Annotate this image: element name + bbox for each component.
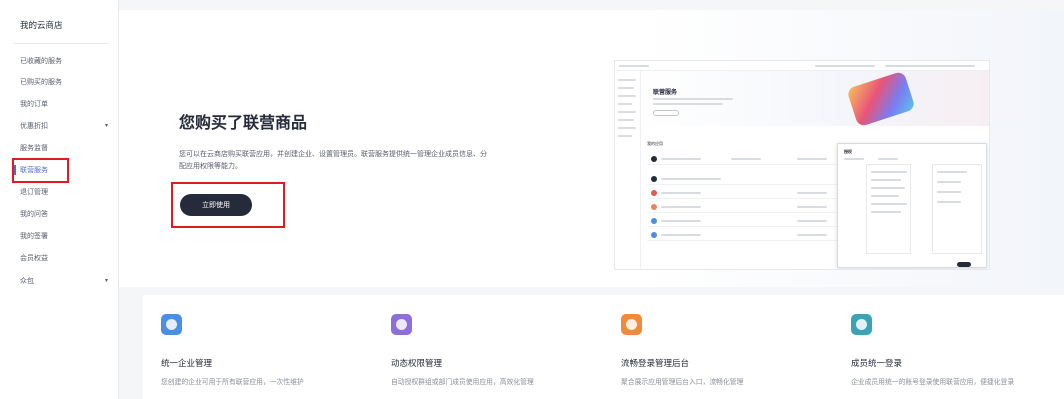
sidebar-item-label: 众包 (20, 277, 34, 285)
sidebar-item-favorites[interactable]: 已收藏的服务 (20, 53, 118, 69)
feature-section: 统一企业管理 您创建的企业可用于所有联营应用，一次性维护 动态权限管理 自动授权… (143, 295, 1064, 399)
sidebar-item-label: 优惠折扣 (20, 122, 48, 130)
preview-row (647, 215, 837, 227)
feature-description: 企业成员用统一的账号登录使用联营应用，便捷化登录 (851, 378, 1015, 386)
sidebar-item-membership[interactable]: 会员权益 (20, 250, 118, 266)
feature-card: 统一企业管理 您创建的企业可用于所有联营应用，一次性维护 (143, 295, 373, 399)
sidebar-item-signatures[interactable]: 我的签署 (20, 228, 118, 244)
feature-title: 统一企业管理 (161, 359, 213, 369)
preview-dialog-list (866, 164, 911, 254)
preview-sidebar (615, 71, 641, 269)
feature-description: 聚合展示应用管理后台入口，流畅化管理 (621, 378, 744, 386)
highlight-box-cta (171, 182, 285, 228)
sidebar-item-label: 退订管理 (20, 188, 48, 196)
sidebar-item-label: 我的问答 (20, 210, 48, 218)
login-icon (851, 314, 872, 335)
preview-dialog-selected (932, 164, 982, 254)
sidebar-item-label: 我的订单 (20, 100, 48, 108)
preview-row (647, 229, 837, 241)
product-preview-image: 联营服务 我的应用 授权 (614, 60, 990, 270)
hero-panel: 您购买了联营商品 您可以在云商店购买联营应用，并创建企业、设置管理员。联营服务提… (119, 10, 1064, 287)
page-title: 您购买了联营商品 (179, 113, 308, 132)
enterprise-icon (161, 314, 182, 335)
sidebar: 我的云商店 已收藏的服务 已购买的服务 我的订单 优惠折扣 ▾ 服务监督 联营服务… (0, 0, 119, 399)
preview-dialog-confirm (957, 262, 971, 267)
feature-title: 流畅登录管理后台 (621, 359, 690, 369)
sidebar-item-crowdsourcing[interactable]: 众包 ▾ (20, 273, 118, 289)
preview-illustration (846, 70, 916, 128)
sidebar-item-purchased[interactable]: 已购买的服务 (20, 74, 118, 90)
preview-banner-title: 联营服务 (653, 89, 678, 96)
feature-title: 动态权限管理 (391, 359, 443, 369)
sidebar-item-refunds[interactable]: 退订管理 (20, 184, 118, 200)
feature-description: 您创建的企业可用于所有联营应用，一次性维护 (161, 378, 304, 386)
hero-description: 您可以在云商店购买联营应用，并创建企业、设置管理员。联营服务提供统一管理企业成员… (179, 150, 487, 170)
preview-section-title: 我的应用 (647, 141, 663, 146)
feature-card: 成员统一登录 企业成员用统一的账号登录使用联营应用，便捷化登录 (833, 295, 1063, 399)
preview-button (653, 110, 679, 116)
feature-title: 成员统一登录 (851, 359, 903, 369)
preview-dialog: 授权 (837, 143, 987, 268)
preview-row (647, 187, 837, 199)
highlight-box-sidebar (12, 158, 69, 183)
sidebar-divider (14, 43, 108, 44)
feature-card: 流畅登录管理后台 聚合展示应用管理后台入口，流畅化管理 (603, 295, 833, 399)
preview-topbar (615, 61, 989, 71)
sidebar-item-orders[interactable]: 我的订单 (20, 96, 118, 112)
sidebar-item-discounts[interactable]: 优惠折扣 ▾ (20, 118, 118, 134)
sidebar-title: 我的云商店 (20, 21, 63, 31)
permission-icon (391, 314, 412, 335)
preview-banner: 联营服务 (641, 70, 989, 128)
sidebar-item-label: 会员权益 (20, 254, 48, 262)
feature-card: 动态权限管理 自动授权群组或部门成员使用应用，高效化管理 (373, 295, 603, 399)
chevron-down-icon: ▾ (104, 122, 108, 129)
sidebar-item-label: 已购买的服务 (20, 78, 62, 86)
sidebar-item-label: 已收藏的服务 (20, 57, 62, 65)
preview-dialog-title: 授权 (844, 149, 852, 154)
preview-row (647, 173, 837, 185)
sidebar-item-supervision[interactable]: 服务监督 (20, 140, 118, 156)
sidebar-item-label: 服务监督 (20, 144, 48, 152)
console-icon (621, 314, 642, 335)
feature-description: 自动授权群组或部门成员使用应用，高效化管理 (391, 378, 534, 386)
chevron-down-icon: ▾ (104, 277, 108, 284)
preview-row (647, 153, 837, 165)
sidebar-item-qa[interactable]: 我的问答 (20, 206, 118, 222)
sidebar-item-label: 我的签署 (20, 232, 48, 240)
preview-row (647, 201, 837, 213)
